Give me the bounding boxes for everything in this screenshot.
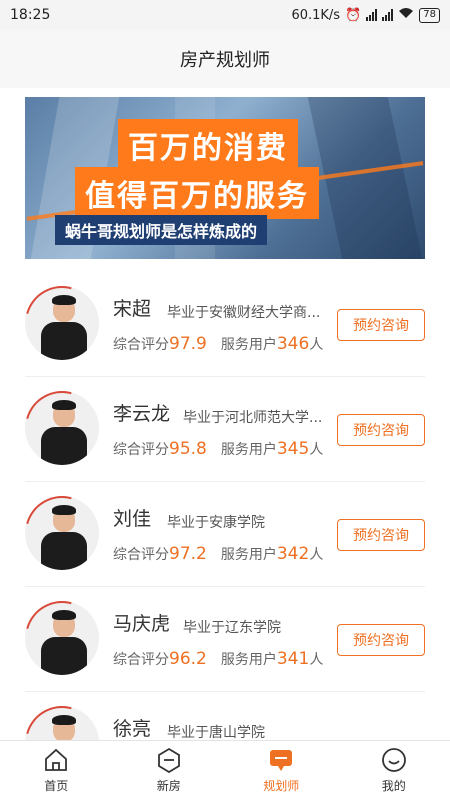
book-consult-button[interactable]: 预约咨询 <box>337 309 425 341</box>
battery-icon: 78 <box>419 7 440 23</box>
signal-icon-2 <box>382 9 394 21</box>
planner-stats: 综合评分95.8 服务用户345人 <box>113 439 323 459</box>
users-value: 341 <box>276 649 310 669</box>
avatar-hair <box>52 610 76 620</box>
planner-name: 李云龙 <box>113 403 171 425</box>
users-value: 345 <box>276 439 310 459</box>
status-time: 18:25 <box>10 7 51 23</box>
planner-row[interactable]: 宋超 毕业于安徽财经大学商... 综合评分97.9 服务用户346人 预约咨询 <box>25 272 425 377</box>
users-unit: 人 <box>309 652 324 668</box>
tab-new-house[interactable]: 新房 <box>113 741 226 800</box>
users-label: 服务用户 <box>220 442 277 458</box>
users-label: 服务用户 <box>220 337 277 353</box>
wifi-icon <box>398 7 414 23</box>
banner-subtitle: 蜗牛哥规划师是怎样炼成的 <box>55 215 268 245</box>
planner-stats: 综合评分96.2 服务用户341人 <box>113 649 323 669</box>
users-label: 服务用户 <box>220 652 277 668</box>
planner-chat-icon <box>270 750 293 771</box>
planner-name: 宋超 <box>113 298 152 320</box>
planner-avatar <box>25 391 99 465</box>
planner-school: 毕业于唐山学院 <box>167 725 265 741</box>
promo-banner[interactable]: 百万的消费 值得百万的服务 蜗牛哥规划师是怎样炼成的 <box>25 97 425 259</box>
planner-name: 徐亮 <box>113 718 152 740</box>
avatar-body <box>41 427 87 465</box>
tab-new-house-label: 新房 <box>156 779 181 793</box>
page-header: 房产规划师 <box>0 30 450 88</box>
planner-avatar <box>25 286 99 360</box>
status-indicators: 60.1K/s ⏰ 78 <box>291 7 440 23</box>
tab-home-label: 首页 <box>44 779 69 793</box>
tab-mine-label: 我的 <box>381 779 406 793</box>
planner-stats: 综合评分97.2 服务用户342人 <box>113 544 323 564</box>
score-label: 综合评分 <box>113 442 169 458</box>
avatar-body <box>41 532 87 570</box>
planner-school: 毕业于安康学院 <box>167 515 265 531</box>
alarm-icon: ⏰ <box>345 7 362 23</box>
avatar-body <box>41 637 87 675</box>
planner-avatar <box>25 496 99 570</box>
users-unit: 人 <box>309 547 324 563</box>
score-label: 综合评分 <box>113 652 169 668</box>
tab-mine[interactable]: 我的 <box>338 741 450 800</box>
users-label: 服务用户 <box>220 547 277 563</box>
book-consult-button[interactable]: 预约咨询 <box>337 519 425 551</box>
avatar-body <box>41 322 87 360</box>
planner-row[interactable]: 马庆虎 毕业于辽东学院 综合评分96.2 服务用户341人 预约咨询 <box>25 587 425 692</box>
score-value: 97.2 <box>169 544 207 564</box>
planner-row[interactable]: 刘佳 毕业于安康学院 综合评分97.2 服务用户342人 预约咨询 <box>25 482 425 587</box>
banner-headline-1: 百万的消费 <box>118 119 298 171</box>
book-consult-button[interactable]: 预约咨询 <box>337 414 425 446</box>
score-value: 97.9 <box>169 334 207 354</box>
score-label: 综合评分 <box>113 337 169 353</box>
avatar-hair <box>52 400 76 410</box>
avatar-hair <box>52 295 76 305</box>
tab-home[interactable]: 首页 <box>0 741 113 800</box>
users-unit: 人 <box>309 442 324 458</box>
score-value: 95.8 <box>169 439 207 459</box>
avatar-hair <box>52 505 76 515</box>
users-value: 346 <box>276 334 310 354</box>
home-icon <box>45 748 68 771</box>
planner-school: 毕业于安徽财经大学商... <box>167 305 321 321</box>
book-consult-button[interactable]: 预约咨询 <box>337 624 425 656</box>
tab-planner[interactable]: 规划师 <box>225 741 338 800</box>
tab-planner-label: 规划师 <box>263 779 300 793</box>
planner-name: 马庆虎 <box>113 613 171 635</box>
banner-headline-2: 值得百万的服务 <box>75 167 319 219</box>
users-value: 342 <box>276 544 310 564</box>
status-bar: 18:25 60.1K/s ⏰ 78 <box>0 0 450 30</box>
planner-school: 毕业于辽东学院 <box>183 620 281 636</box>
users-unit: 人 <box>309 337 324 353</box>
avatar-hair <box>52 715 76 725</box>
planner-stats: 综合评分97.9 服务用户346人 <box>113 334 323 354</box>
signal-icon <box>366 9 378 21</box>
planner-avatar <box>25 601 99 675</box>
planner-name: 刘佳 <box>113 508 152 530</box>
planner-school: 毕业于河北师范大学... <box>183 410 323 426</box>
bottom-tab-bar: 首页 新房 规划师 我的 <box>0 740 450 800</box>
new-house-icon <box>157 747 180 773</box>
page-title: 房产规划师 <box>180 50 270 71</box>
planner-list: 宋超 毕业于安徽财经大学商... 综合评分97.9 服务用户346人 预约咨询 李… <box>0 272 450 797</box>
network-speed: 60.1K/s <box>291 7 341 23</box>
planner-row[interactable]: 李云龙 毕业于河北师范大学... 综合评分95.8 服务用户345人 预约咨询 <box>25 377 425 482</box>
profile-smile-icon <box>381 748 406 772</box>
score-label: 综合评分 <box>113 547 169 563</box>
score-value: 96.2 <box>169 649 207 669</box>
